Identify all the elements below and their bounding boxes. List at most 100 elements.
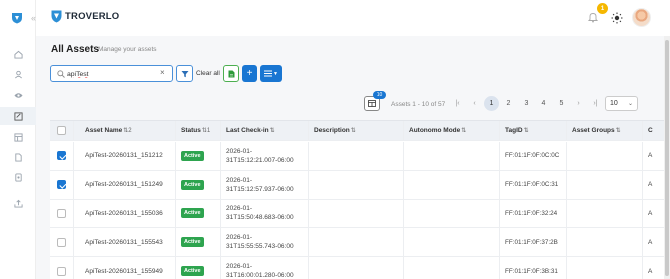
sort-icon[interactable]: ⇅1	[202, 127, 210, 134]
row-checkbox[interactable]	[57, 180, 66, 190]
visible-columns-badge: 10	[373, 91, 386, 99]
column-header-tag-id[interactable]: TagID ⇅	[500, 121, 567, 140]
autonomo-mode-cell	[404, 170, 500, 199]
autonomo-mode-cell	[404, 142, 500, 170]
column-header-last-check-in[interactable]: Last Check-in ⇅	[221, 121, 309, 140]
table-row[interactable]: ApiTest-20260131_155036 Active 2026-01- 31…	[50, 199, 670, 229]
table-row[interactable]: ApiTest-20260131_155543 Active 2026-01- 31…	[50, 228, 670, 258]
row-checkbox[interactable]	[57, 266, 66, 276]
asset-groups-cell	[567, 257, 643, 279]
extra-value: A	[648, 238, 653, 246]
tag-id: FF:01:1F:0F:32:24	[505, 209, 558, 217]
description-cell	[309, 257, 404, 279]
asset-name[interactable]: ApiTest-20260131_155543	[85, 239, 163, 246]
spreadsheet-export-icon	[228, 70, 234, 77]
page-button-2[interactable]: 2	[501, 96, 516, 111]
row-checkbox[interactable]	[57, 208, 66, 218]
search-input[interactable]	[67, 68, 155, 80]
last-check-in: 2026-01- 31T15:55:55.743-06:00	[226, 234, 294, 251]
sort-icon[interactable]: ⇅	[270, 127, 275, 134]
report-icon[interactable]	[0, 128, 36, 146]
user-avatar[interactable]	[632, 8, 651, 27]
table-row[interactable]: ApiTest-20260131_151212 Active 2026-01- 31…	[50, 142, 670, 171]
autonomo-mode-cell	[404, 228, 500, 257]
page-button-4[interactable]: 4	[536, 96, 551, 111]
asset-name[interactable]: ApiTest-20260131_151249	[85, 181, 163, 188]
brand[interactable]: TROVERLO	[51, 10, 119, 23]
chevron-down-icon: ▼	[273, 70, 278, 77]
document-icon[interactable]	[0, 148, 36, 166]
row-select-cell	[50, 257, 74, 279]
extra-value: A	[648, 181, 653, 189]
last-check-in: 2026-01- 31T15:12:57.937-06:00	[226, 176, 294, 193]
column-label: C	[648, 127, 653, 134]
last-check-in: 2026-01- 31T15:50:48.683-06:00	[226, 205, 294, 222]
row-select-cell	[50, 170, 74, 199]
status-badge: Active	[181, 237, 204, 248]
sort-icon[interactable]: ⇅	[616, 127, 621, 134]
eye-icon[interactable]	[0, 86, 36, 104]
asset-name[interactable]: ApiTest-20260131_155949	[85, 268, 163, 275]
brand-logo-icon	[51, 10, 62, 23]
page-size-select[interactable]: 10 ⌄	[605, 96, 638, 111]
sort-icon[interactable]: ⇅	[351, 127, 356, 134]
notification-bell-icon[interactable]	[587, 11, 599, 23]
column-label: Asset Name	[85, 127, 123, 134]
status-badge: Active	[181, 208, 204, 219]
column-header-asset-groups[interactable]: Asset Groups ⇅	[567, 121, 643, 140]
asset-name[interactable]: ApiTest-20260131_155036	[85, 210, 163, 217]
scrollbar-thumb[interactable]	[665, 40, 669, 276]
page-button-1[interactable]: 1	[484, 96, 499, 111]
asset-name-cell: ApiTest-20260131_155949	[74, 257, 176, 279]
filter-button[interactable]	[176, 65, 193, 82]
home-icon[interactable]	[0, 45, 36, 63]
sort-icon[interactable]: ⇅2	[123, 127, 131, 134]
table-row[interactable]: ApiTest-20260131_155949 Active 2026-01- 31…	[50, 257, 670, 279]
user-icon[interactable]	[0, 65, 36, 83]
column-header-status[interactable]: Status ⇅1	[176, 121, 221, 140]
assets-table: Asset Name ⇅2 Status ⇅1 Last Check-in ⇅ Des…	[50, 120, 670, 279]
column-header-autonomo-mode[interactable]: Autonomo Mode ⇅	[404, 121, 500, 140]
theme-toggle-sun-icon[interactable]	[611, 12, 623, 24]
row-select-cell	[50, 228, 74, 257]
extra-value: A	[648, 209, 653, 217]
first-page-icon[interactable]: |‹	[450, 96, 465, 111]
clear-all-link[interactable]: Clear all	[196, 70, 220, 77]
bulk-actions-button[interactable]: ▼	[260, 65, 282, 82]
clear-search-icon[interactable]: ×	[160, 68, 165, 77]
status-badge: Active	[181, 266, 204, 277]
sidebar: «	[0, 0, 36, 279]
asset-name-cell: ApiTest-20260131_155543	[74, 228, 176, 257]
asset-name[interactable]: ApiTest-20260131_151212	[85, 152, 163, 159]
status-cell: Active	[176, 257, 221, 279]
sort-icon[interactable]: ⇅	[524, 127, 529, 134]
search-box[interactable]: ×	[50, 65, 173, 82]
last-page-icon[interactable]: ›|	[588, 96, 603, 111]
status-cell: Active	[176, 228, 221, 257]
pagination-range: Assets 1 - 10 of 57	[391, 101, 446, 108]
settings-icon[interactable]	[0, 168, 36, 186]
column-header-asset-name[interactable]: Asset Name ⇅2	[74, 121, 176, 140]
add-asset-button[interactable]: +	[242, 65, 257, 82]
export-button[interactable]	[223, 65, 239, 82]
asset-icon[interactable]	[0, 107, 36, 125]
app-logo-icon[interactable]	[11, 12, 23, 24]
next-page-icon[interactable]: ›	[571, 96, 586, 111]
table-row[interactable]: ApiTest-20260131_151249 Active 2026-01- 31…	[50, 170, 670, 200]
column-label: Asset Groups	[572, 127, 615, 134]
row-checkbox[interactable]	[57, 237, 66, 247]
page-button-3[interactable]: 3	[519, 96, 534, 111]
select-all-checkbox[interactable]	[57, 126, 66, 135]
row-checkbox[interactable]	[57, 151, 66, 161]
description-cell	[309, 170, 404, 199]
previous-page-icon[interactable]: ‹	[467, 96, 482, 111]
upload-icon[interactable]	[0, 194, 36, 212]
column-header-description[interactable]: Description ⇅	[309, 121, 404, 140]
asset-name-cell: ApiTest-20260131_151249	[74, 170, 176, 199]
list-menu-icon	[264, 70, 273, 77]
page-scrollbar[interactable]	[664, 36, 670, 279]
sort-icon[interactable]: ⇅	[461, 127, 466, 134]
brand-name: TROVERLO	[65, 11, 120, 22]
page-button-5[interactable]: 5	[554, 96, 569, 111]
table-header-row: Asset Name ⇅2 Status ⇅1 Last Check-in ⇅ Des…	[50, 121, 670, 141]
